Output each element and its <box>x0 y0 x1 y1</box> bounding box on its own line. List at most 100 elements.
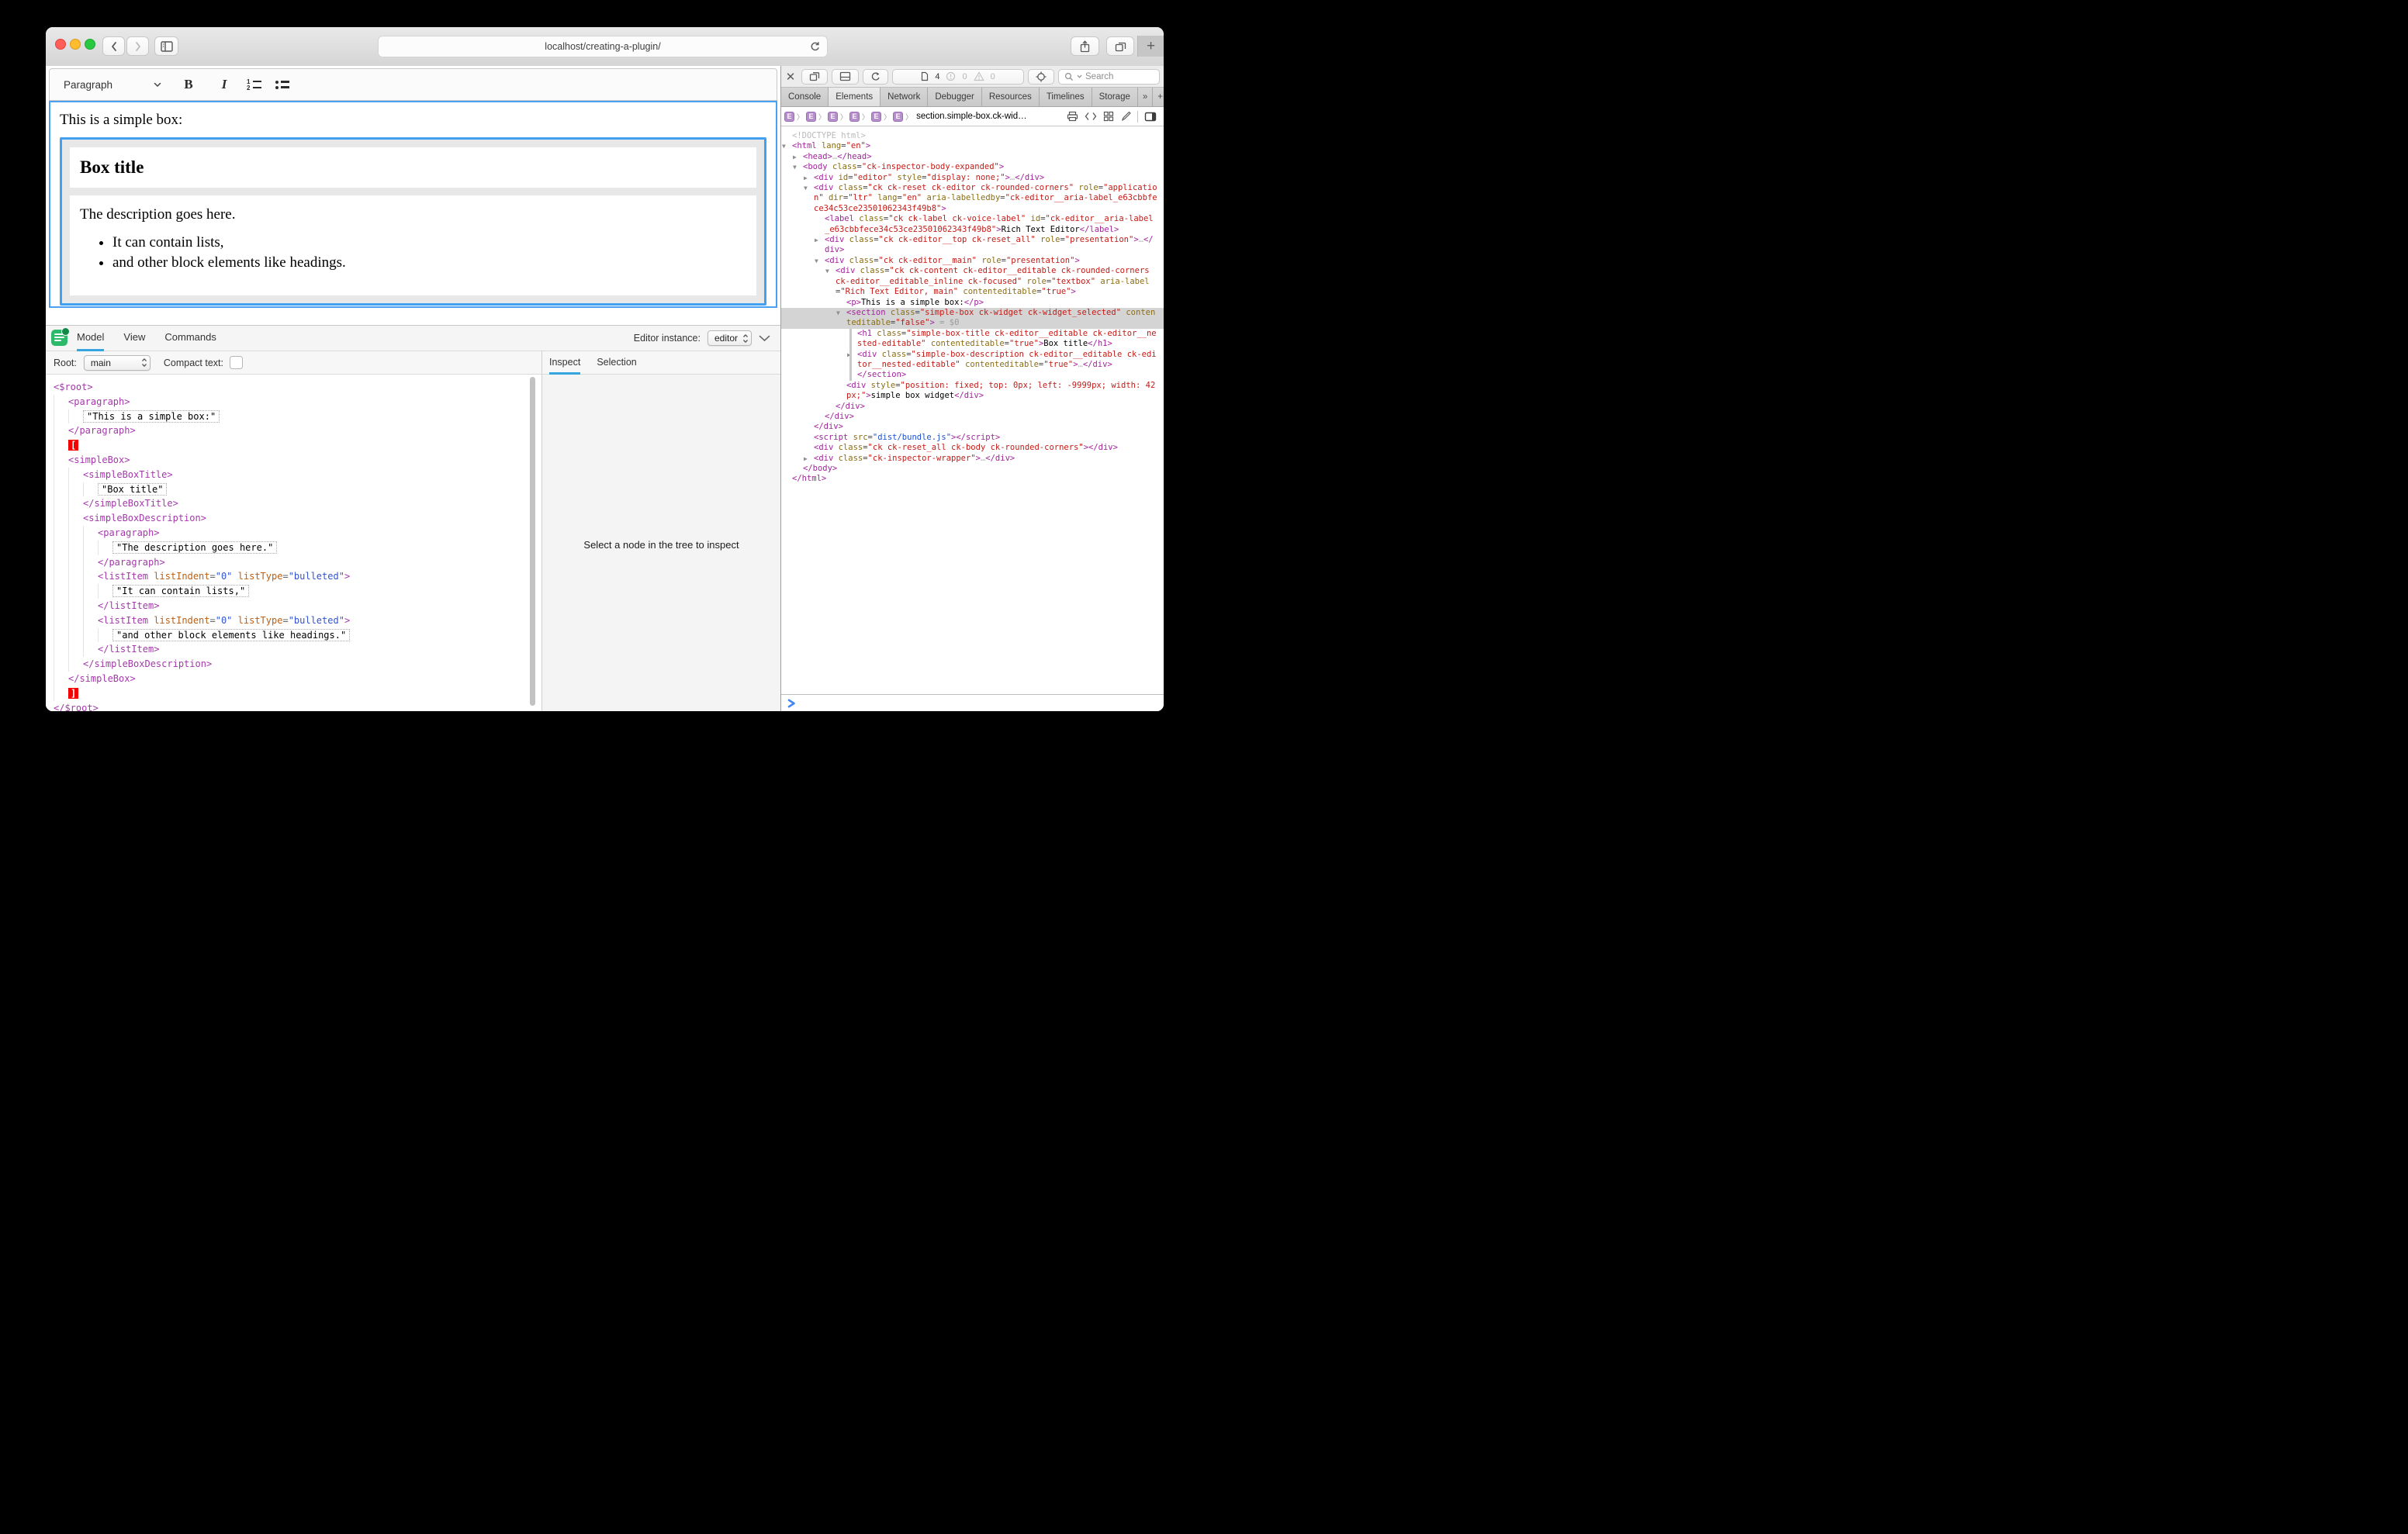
model-tree-line[interactable]: </simpleBoxTitle> <box>54 496 541 511</box>
devtools-tab-elements[interactable]: Elements <box>829 88 881 106</box>
dom-tree-line[interactable]: ▼<div class="ck ck-content ck-editor__ed… <box>781 266 1164 297</box>
inspector-tab-commands[interactable]: Commands <box>164 326 216 351</box>
add-tab-icon[interactable]: + <box>1153 88 1164 106</box>
element-picker-button[interactable] <box>1028 69 1054 85</box>
model-tree-line[interactable]: <simpleBox> <box>54 453 541 468</box>
dom-tree-line[interactable]: </body> <box>781 464 1164 474</box>
model-tree-line[interactable]: <listItem listIndent="0" listType="bulle… <box>54 613 541 628</box>
expanded-arrow-icon[interactable]: ▼ <box>815 256 825 266</box>
model-tree-line[interactable]: </listItem> <box>54 599 541 613</box>
element-badge[interactable]: E <box>828 112 838 122</box>
printer-icon[interactable] <box>1067 111 1078 122</box>
reload-page-button[interactable] <box>863 69 888 85</box>
model-tree-line[interactable]: </paragraph> <box>54 555 541 570</box>
element-badge[interactable]: E <box>893 112 903 122</box>
dom-tree-line[interactable]: <div style="position: fixed; top: 0px; l… <box>781 381 1164 402</box>
heading-dropdown[interactable]: Paragraph <box>64 79 161 91</box>
dom-tree-line[interactable]: ▼<body class="ck-inspector-body-expanded… <box>781 162 1164 172</box>
grid-icon[interactable] <box>1103 111 1114 122</box>
model-tree-line[interactable]: </paragraph> <box>54 423 541 438</box>
expanded-arrow-icon[interactable]: ▼ <box>782 141 792 151</box>
dom-tree-line[interactable]: <h1 class="simple-box-title ck-editor__e… <box>781 329 1164 350</box>
dom-tree-line[interactable]: </div> <box>781 412 1164 422</box>
collapsed-arrow-icon[interactable]: ▶ <box>804 173 814 183</box>
collapsed-arrow-icon[interactable]: ▶ <box>804 454 814 464</box>
model-tree-line[interactable]: <$root> <box>54 380 541 395</box>
model-tree-line[interactable]: "This is a simple box:" <box>54 409 541 424</box>
compact-text-checkbox[interactable] <box>230 356 243 369</box>
devtools-tab-resources[interactable]: Resources <box>982 88 1040 106</box>
paint-icon[interactable] <box>1120 111 1131 122</box>
bulleted-list-button[interactable] <box>275 81 289 89</box>
resource-summary-pill[interactable]: 4 0 0 <box>892 69 1024 85</box>
details-sidebar-icon[interactable] <box>1144 112 1157 122</box>
model-tree-line[interactable]: <paragraph> <box>54 395 541 409</box>
inspector-tab-inspect[interactable]: Inspect <box>549 351 580 375</box>
inspector-tab-model[interactable]: Model <box>77 326 104 351</box>
close-window-button[interactable] <box>55 39 66 50</box>
close-devtools-button[interactable]: ✕ <box>785 70 796 84</box>
dom-tree-line[interactable]: <p>This is a simple box:</p> <box>781 298 1164 308</box>
list-item[interactable]: It can contain lists, <box>112 233 746 253</box>
dom-tree-line[interactable]: </section> <box>781 370 1164 380</box>
model-tree-line[interactable]: </simpleBoxDescription> <box>54 657 541 672</box>
dom-tree-line[interactable]: ▶<div class="simple-box-description ck-e… <box>781 350 1164 371</box>
collapsed-arrow-icon[interactable]: ▶ <box>847 350 857 360</box>
model-tree-line[interactable]: <listItem listIndent="0" listType="bulle… <box>54 569 541 584</box>
simple-box-widget[interactable]: Box title The description goes here. It … <box>60 137 766 306</box>
model-tree-line[interactable]: "The description goes here." <box>54 541 541 555</box>
model-tree-line[interactable]: ] <box>54 686 541 701</box>
expanded-arrow-icon[interactable]: ▼ <box>793 162 803 172</box>
editor-instance-select[interactable]: editor <box>708 330 752 346</box>
element-badge[interactable]: E <box>871 112 881 122</box>
new-tab-button[interactable]: + <box>1137 36 1164 57</box>
expanded-arrow-icon[interactable]: ▼ <box>804 183 814 193</box>
inspector-tab-view[interactable]: View <box>123 326 145 351</box>
model-tree-line[interactable]: <paragraph> <box>54 526 541 541</box>
dom-tree-line[interactable]: ▼<html lang="en"> <box>781 141 1164 151</box>
list-item[interactable]: and other block elements like headings. <box>112 253 746 273</box>
dom-tree-line[interactable]: ▶<head>…</head> <box>781 152 1164 162</box>
model-tree-scrollbar[interactable] <box>530 377 535 706</box>
devtools-search-input[interactable]: Search <box>1058 69 1160 85</box>
bold-button[interactable]: B <box>180 77 197 92</box>
collapsed-arrow-icon[interactable]: ▶ <box>815 235 825 245</box>
model-tree-line[interactable]: "and other block elements like headings.… <box>54 628 541 643</box>
share-button[interactable] <box>1071 36 1099 56</box>
dom-tree-line[interactable]: ▶<div id="editor" style="display: none;"… <box>781 173 1164 183</box>
devtools-tab-console[interactable]: Console <box>781 88 829 106</box>
expanded-arrow-icon[interactable]: ▼ <box>836 308 846 318</box>
sidebar-toggle-button[interactable] <box>154 36 178 56</box>
dom-tree-line[interactable]: </div> <box>781 422 1164 432</box>
tab-overflow-icon[interactable]: » <box>1138 88 1153 106</box>
element-badge[interactable]: E <box>849 112 860 122</box>
minimize-window-button[interactable] <box>70 39 81 50</box>
dom-tree-line[interactable]: ▶<div class="ck-inspector-wrapper">…</di… <box>781 454 1164 464</box>
dom-tree-line[interactable]: <div class="ck ck-reset_all ck-body ck-r… <box>781 443 1164 453</box>
model-tree-line[interactable]: <simpleBoxDescription> <box>54 511 541 526</box>
collapse-chevron-icon[interactable] <box>759 335 770 342</box>
model-tree-line[interactable]: </$root> <box>54 701 541 711</box>
source-code-icon[interactable] <box>1085 112 1097 121</box>
devtools-tab-timelines[interactable]: Timelines <box>1040 88 1092 106</box>
dom-tree-line[interactable]: ▼<section class="simple-box ck-widget ck… <box>781 308 1164 329</box>
inspector-tab-selection[interactable]: Selection <box>597 351 636 375</box>
zoom-window-button[interactable] <box>85 39 95 50</box>
model-tree-pane[interactable]: <$root><paragraph>"This is a simple box:… <box>46 375 541 711</box>
reload-button[interactable] <box>810 41 820 53</box>
expanded-arrow-icon[interactable]: ▼ <box>825 266 836 276</box>
dock-bottom-button[interactable] <box>832 69 859 85</box>
url-address-bar[interactable]: localhost/creating-a-plugin/ <box>378 36 828 57</box>
dom-tree-line[interactable]: <script src="dist/bundle.js"></script> <box>781 433 1164 443</box>
simple-box-title-field[interactable]: Box title <box>70 147 756 188</box>
forward-button[interactable] <box>126 36 149 56</box>
undock-button[interactable] <box>801 69 828 85</box>
console-prompt-row[interactable] <box>781 694 1164 711</box>
model-tree-line[interactable]: </listItem> <box>54 642 541 657</box>
dom-tree-line[interactable]: </div> <box>781 402 1164 412</box>
dom-tree-line[interactable]: ▼<div class="ck ck-reset ck-editor ck-ro… <box>781 183 1164 214</box>
back-button[interactable] <box>102 36 125 56</box>
dom-tree-line[interactable]: </html> <box>781 474 1164 484</box>
dom-tree-line[interactable]: ▼<div class="ck ck-editor__main" role="p… <box>781 256 1164 266</box>
model-tree-line[interactable]: <simpleBoxTitle> <box>54 468 541 482</box>
